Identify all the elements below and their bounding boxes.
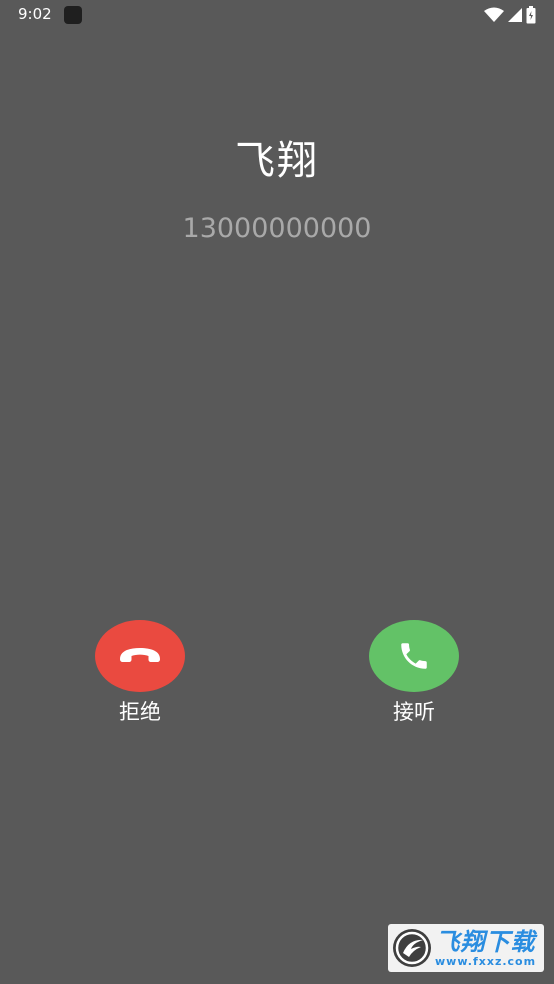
caller-name: 飞翔 [235,138,319,184]
caller-number: 13000000000 [182,213,372,244]
fxxz-logo-icon [393,929,431,967]
status-time: 9:02 [18,5,52,23]
signal-icon [508,8,522,22]
decline-action: 拒绝 [80,620,200,726]
phone-icon [401,643,427,669]
watermark-title: 飞翔下载 [435,927,536,956]
decline-label: 拒绝 [119,700,161,724]
battery-icon [526,6,536,24]
wifi-icon [484,7,504,22]
status-bar: 9:02 [0,0,554,32]
watermark-url: www.fxxz.com [435,954,537,968]
accept-label: 接听 [393,700,435,724]
status-icons [484,5,536,25]
accept-button[interactable] [369,620,459,692]
watermark-text: 飞翔下载 www.fxxz.com [435,929,536,968]
watermark: 飞翔下载 www.fxxz.com [388,924,544,972]
app-notification-icon [64,6,82,24]
hang-up-icon [120,648,160,662]
decline-button[interactable] [95,620,185,692]
accept-action: 接听 [354,620,474,726]
